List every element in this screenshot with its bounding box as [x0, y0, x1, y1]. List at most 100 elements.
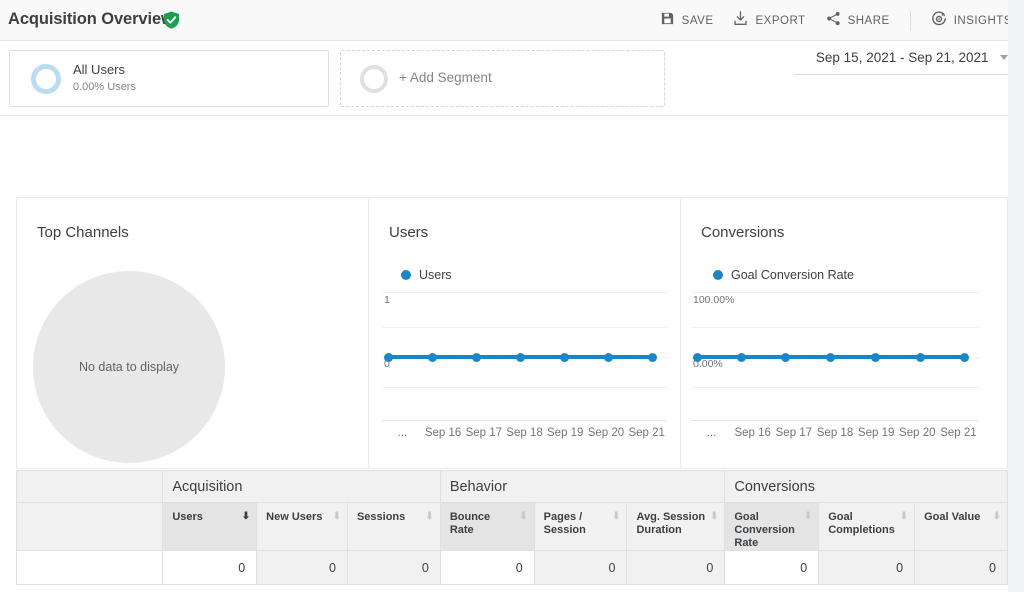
column-label: New Users — [266, 511, 322, 524]
x-tick-label: Sep 21 — [626, 427, 667, 439]
data-point[interactable] — [871, 353, 880, 362]
column-header-pages-per-session[interactable]: Pages / Session⬇ — [534, 503, 627, 551]
save-button[interactable]: SAVE — [660, 11, 714, 31]
x-tick-label: ... — [691, 427, 732, 439]
top-channels-pie-chart[interactable]: No data to display — [33, 271, 225, 463]
data-point[interactable] — [737, 353, 746, 362]
right-gutter — [1008, 0, 1024, 592]
share-nodes-icon — [826, 11, 841, 31]
sort-icon: ⬇ — [900, 512, 908, 522]
x-tick-label: Sep 19 — [856, 427, 897, 439]
share-button[interactable]: SHARE — [826, 11, 890, 31]
segment-sub: 0.00% Users — [73, 81, 136, 93]
data-point[interactable] — [960, 353, 969, 362]
cell-goal-value: 0 — [915, 551, 1008, 585]
add-segment-label: + Add Segment — [399, 70, 492, 85]
column-header-avg-session-duration[interactable]: Avg. Session Duration⬇ — [627, 503, 725, 551]
conversions-legend[interactable]: Goal Conversion Rate — [713, 268, 854, 282]
users-panel: Users Users 1 0 — [369, 198, 681, 468]
share-label: SHARE — [848, 15, 890, 27]
conversions-line-chart[interactable]: 100.00% 0.00% ... Sep 16 Sep 17 Sep 18 S… — [691, 292, 979, 422]
column-label: Bounce Rate — [450, 511, 515, 537]
conversions-panel: Conversions Goal Conversion Rate 100.00%… — [681, 198, 1006, 468]
table-group-header-row: Acquisition Behavior Conversions — [17, 471, 1008, 503]
x-tick-label: Sep 20 — [897, 427, 938, 439]
column-label: Goal Completions — [828, 511, 895, 537]
insights-icon — [931, 11, 947, 32]
cell-users: 0 — [163, 551, 257, 585]
column-header-bounce-rate[interactable]: Bounce Rate ⬇ — [440, 503, 534, 551]
y-tick-label: 1 — [384, 294, 390, 306]
group-blank — [17, 471, 163, 503]
data-point[interactable] — [826, 353, 835, 362]
export-button[interactable]: EXPORT — [733, 11, 805, 31]
ga-acquisition-overview-page: Acquisition Overview SAVE EXPORT — [0, 0, 1024, 592]
insights-button[interactable]: INSIGHTS — [931, 11, 1012, 32]
column-header-goal-completions[interactable]: Goal Completions ⬇ — [819, 503, 915, 551]
gridline — [382, 292, 667, 293]
cell-dimension — [17, 551, 163, 585]
segment-all-users[interactable]: All Users 0.00% Users — [9, 50, 329, 107]
data-point[interactable] — [781, 353, 790, 362]
segment-name: All Users — [73, 62, 125, 77]
column-header-goal-value[interactable]: Goal Value⬇ — [915, 503, 1008, 551]
users-legend[interactable]: Users — [401, 268, 452, 282]
data-point[interactable] — [384, 353, 393, 362]
users-line-chart[interactable]: 1 0 ... Sep 16 Sep 17 Sep 18 Sep 19 Sep … — [382, 292, 667, 422]
toolbar-divider — [910, 11, 911, 31]
column-header-goal-conversion-rate[interactable]: Goal Conversion Rate ⬇ — [725, 503, 819, 551]
x-tick-label: Sep 19 — [545, 427, 586, 439]
users-title: Users — [389, 224, 428, 241]
data-point[interactable] — [604, 353, 613, 362]
sort-icon: ⬇ — [519, 512, 527, 522]
x-tick-label: ... — [382, 427, 423, 439]
sort-icon: ⬇ — [425, 512, 433, 522]
sort-icon: ⬇ — [993, 512, 1001, 522]
data-point[interactable] — [472, 353, 481, 362]
column-label: Users — [172, 511, 203, 524]
column-header-dimension — [17, 503, 163, 551]
report-toolbar: SAVE EXPORT SHARE INSIGHTS — [640, 10, 1012, 32]
column-label: Sessions — [357, 511, 405, 524]
legend-dot-icon — [713, 270, 723, 280]
cell-goal-conversion-rate: 0 — [725, 551, 819, 585]
data-point[interactable] — [648, 353, 657, 362]
group-behavior: Behavior — [440, 471, 725, 503]
column-header-sessions[interactable]: Sessions ⬇ — [347, 503, 440, 551]
x-tick-label: Sep 17 — [773, 427, 814, 439]
x-tick-label: Sep 18 — [504, 427, 545, 439]
x-tick-label: Sep 18 — [814, 427, 855, 439]
sort-icon: ⬇ — [612, 512, 620, 522]
title-bar: Acquisition Overview SAVE EXPORT — [0, 0, 1024, 41]
sort-desc-icon: ⬇ — [242, 512, 250, 522]
page-title: Acquisition Overview — [8, 10, 174, 29]
data-point[interactable] — [560, 353, 569, 362]
conversions-x-axis-labels: ... Sep 16 Sep 17 Sep 18 Sep 19 Sep 20 S… — [691, 427, 979, 439]
chevron-down-icon — [1000, 55, 1008, 60]
sort-icon: ⬇ — [333, 512, 341, 522]
sort-icon: ⬇ — [804, 512, 812, 522]
data-point[interactable] — [428, 353, 437, 362]
gridline — [382, 327, 667, 328]
users-x-axis-labels: ... Sep 16 Sep 17 Sep 18 Sep 19 Sep 20 S… — [382, 427, 667, 439]
data-point[interactable] — [693, 353, 702, 362]
column-label: Goal Conversion Rate — [734, 511, 799, 550]
cell-new-users: 0 — [257, 551, 348, 585]
x-tick-label: Sep 16 — [423, 427, 464, 439]
users-legend-label: Users — [419, 268, 452, 282]
data-point[interactable] — [916, 353, 925, 362]
insights-label: INSIGHTS — [954, 15, 1012, 27]
column-header-users[interactable]: Users ⬇ — [163, 503, 257, 551]
add-segment-button[interactable]: + Add Segment — [340, 50, 665, 107]
date-range-picker[interactable]: Sep 15, 2021 - Sep 21, 2021 — [794, 49, 1008, 75]
data-point[interactable] — [516, 353, 525, 362]
cell-pages-per-session: 0 — [534, 551, 627, 585]
segment-ring-icon — [31, 64, 61, 94]
x-tick-label: Sep 16 — [732, 427, 773, 439]
x-tick-label: Sep 21 — [938, 427, 979, 439]
cell-bounce-rate: 0 — [440, 551, 534, 585]
y-tick-label: 100.00% — [693, 294, 734, 306]
cell-sessions: 0 — [347, 551, 440, 585]
group-conversions: Conversions — [725, 471, 1008, 503]
column-header-new-users[interactable]: New Users ⬇ — [257, 503, 348, 551]
